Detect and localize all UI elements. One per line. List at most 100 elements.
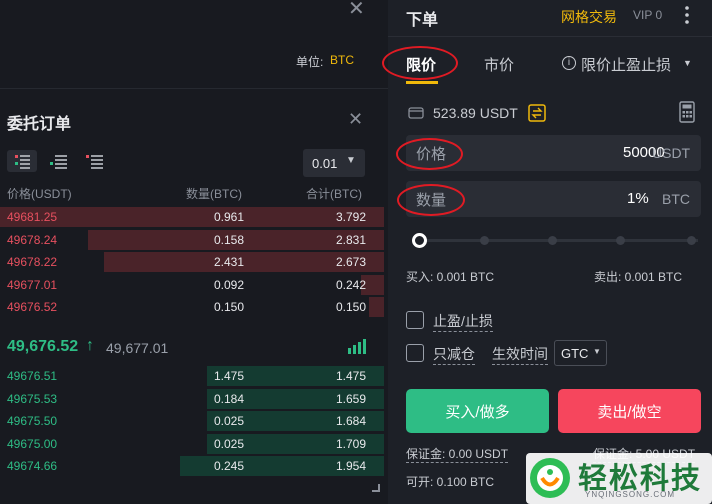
bid-price: 49674.66 <box>7 459 58 474</box>
amount-unit: BTC <box>662 191 690 207</box>
ask-qty: 2.431 <box>213 255 244 270</box>
bid-qty: 1.475 <box>213 369 244 383</box>
signal-icon[interactable] <box>348 338 366 359</box>
annotation-circle <box>382 46 458 80</box>
open-buy: 可开: 0.100 BTC <box>406 475 495 489</box>
left-panel: ✕ 单位: BTC 委托订单 ✕ 0.01 ▼ 价格(USDT) 数量(BTC)… <box>0 0 388 504</box>
calculator-icon[interactable] <box>679 101 695 128</box>
ask-price: 49678.22 <box>7 255 58 270</box>
tab-active-indicator <box>406 81 438 84</box>
slider-mark[interactable] <box>548 236 557 245</box>
bid-total: 1.659 <box>335 391 366 406</box>
bid-qty: 0.025 <box>213 414 244 429</box>
ask-qty: 0.092 <box>213 277 244 292</box>
annotation-circle <box>396 138 463 170</box>
tif-select[interactable]: GTC ▼ <box>554 340 607 366</box>
sell-amount-info: 卖出: 0.001 BTC <box>594 270 683 284</box>
bid-qty: 0.025 <box>213 436 244 451</box>
ask-qty: 0.961 <box>213 210 244 224</box>
tab-market[interactable]: 市价 <box>484 54 514 75</box>
reduce-only-checkbox[interactable] <box>406 344 424 362</box>
bid-total: 1.475 <box>335 369 366 383</box>
bid-qty: 0.245 <box>213 459 244 474</box>
divider <box>388 36 712 37</box>
tpsl-label[interactable]: 止盈/止损 <box>433 311 493 332</box>
chevron-down-icon: ▼ <box>593 347 601 356</box>
mark-price: 49,677.01 <box>106 340 169 356</box>
slider-mark[interactable] <box>480 236 489 245</box>
bid-row[interactable]: 49675.00 0.025 1.709 <box>0 433 384 455</box>
arrow-up-icon: ↑ <box>86 337 94 354</box>
header-total: 合计(BTC) <box>306 187 362 201</box>
amount-slider-thumb[interactable] <box>412 233 427 248</box>
chevron-down-icon[interactable]: ▼ <box>683 58 692 68</box>
more-icon[interactable] <box>682 4 692 31</box>
slider-mark[interactable] <box>687 236 696 245</box>
ask-price: 49677.01 <box>7 277 58 292</box>
buy-long-label: 买入/做多 <box>445 403 510 421</box>
bid-qty: 0.184 <box>213 391 244 406</box>
ask-total: 0.150 <box>335 300 366 315</box>
buy-long-button[interactable]: 买入/做多 <box>406 389 549 433</box>
wallet-icon <box>408 106 424 125</box>
ask-row[interactable]: 49681.25 0.961 3.792 <box>0 206 384 228</box>
header-qty: 数量(BTC) <box>186 187 242 201</box>
bid-row[interactable]: 49674.66 0.245 1.954 <box>0 455 384 477</box>
ask-total: 3.792 <box>335 210 366 224</box>
bid-price: 49675.00 <box>7 436 58 451</box>
tpsl-checkbox[interactable] <box>406 311 424 329</box>
ask-price: 49678.24 <box>7 232 58 247</box>
watermark-logo-icon <box>527 455 573 504</box>
ask-qty: 0.150 <box>213 300 244 315</box>
ask-qty: 0.158 <box>213 232 244 247</box>
ask-total: 0.242 <box>335 277 366 292</box>
orderbook-both-icon[interactable] <box>7 150 37 172</box>
ask-row[interactable]: 49677.01 0.092 0.242 <box>0 274 384 296</box>
ask-total: 2.673 <box>335 255 366 270</box>
ask-price: 49676.52 <box>7 300 58 315</box>
bid-price: 49675.53 <box>7 391 58 406</box>
depth-bar <box>0 207 384 227</box>
ask-row[interactable]: 49676.52 0.150 0.150 <box>0 296 384 318</box>
unit-label: 单位: <box>296 55 324 69</box>
ask-row[interactable]: 49678.22 2.431 2.673 <box>0 251 384 273</box>
tab-tpsl[interactable]: 限价止盈止损 <box>581 54 671 75</box>
orderbook-bids-icon[interactable] <box>46 150 72 177</box>
close-icon[interactable]: ✕ <box>348 109 363 130</box>
unit-value: BTC <box>330 53 354 67</box>
orderbook-asks-icon[interactable] <box>82 150 108 177</box>
amount-input[interactable]: 1% <box>627 190 649 207</box>
precision-select[interactable]: 0.01 ▼ <box>303 149 365 177</box>
available-balance: 523.89 USDT <box>433 105 518 121</box>
resize-handle-icon[interactable] <box>372 484 380 492</box>
bid-row[interactable]: 49675.53 0.184 1.659 <box>0 388 384 410</box>
precision-value: 0.01 <box>312 156 338 171</box>
bid-total: 1.684 <box>335 414 366 429</box>
last-price: 49,676.52 <box>7 338 79 355</box>
bid-price: 49676.51 <box>7 369 58 383</box>
order-panel-title: 下单 <box>406 12 439 29</box>
bid-row[interactable]: 49675.50 0.025 1.684 <box>0 410 384 432</box>
watermark-url: YNQINGSONG.COM <box>585 490 676 499</box>
depth-bar <box>369 297 384 318</box>
bid-total: 1.709 <box>335 436 366 451</box>
sell-short-button[interactable]: 卖出/做空 <box>558 389 701 433</box>
ask-total: 2.831 <box>335 232 366 247</box>
bid-row[interactable]: 49676.51 1.475 1.475 <box>0 365 384 387</box>
price-unit: USDT <box>652 145 691 161</box>
buy-amount-info: 买入: 0.001 BTC <box>406 270 495 284</box>
vip-badge: VIP 0 <box>633 8 663 22</box>
transfer-icon[interactable] <box>528 104 546 127</box>
info-icon: i <box>562 56 576 70</box>
ask-price: 49681.25 <box>7 210 58 224</box>
tif-value: GTC <box>561 346 589 361</box>
grid-trading-link[interactable]: 网格交易 <box>561 7 617 27</box>
reduce-only-label[interactable]: 只减仓 <box>433 344 475 365</box>
bid-price: 49675.50 <box>7 414 58 429</box>
divider <box>0 88 388 89</box>
close-icon[interactable]: ✕ <box>348 0 365 21</box>
tif-label: 生效时间 <box>492 344 548 365</box>
amount-slider-track[interactable] <box>418 239 698 242</box>
slider-mark[interactable] <box>616 236 625 245</box>
ask-row[interactable]: 49678.24 0.158 2.831 <box>0 229 384 251</box>
